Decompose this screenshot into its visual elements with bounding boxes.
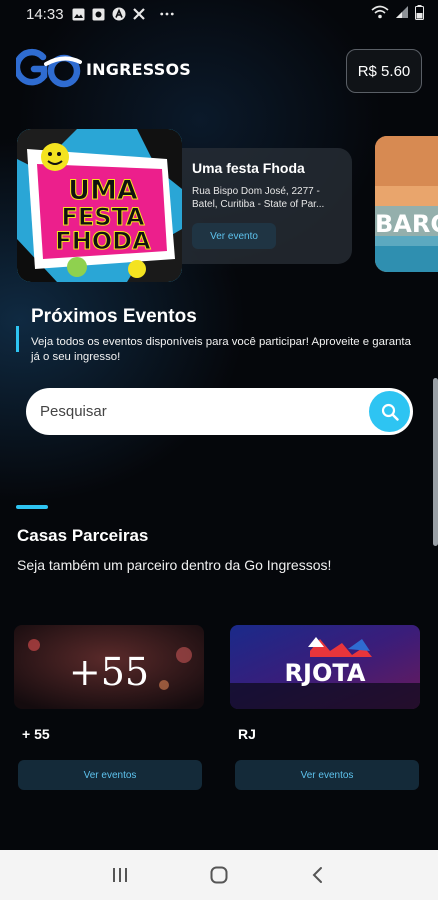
partner-thumbnail[interactable]: RJOTA: [230, 625, 420, 709]
partner-55-logo: +55: [14, 625, 204, 709]
home-icon: [210, 866, 228, 884]
brand-text: INGRESSOS: [86, 59, 191, 79]
partner-card-55[interactable]: +55 + 55 Ver eventos: [14, 625, 204, 790]
featured-event-address: Rua Bispo Dom José, 2277 - Batel, Curiti…: [192, 186, 325, 210]
wallet-balance-button[interactable]: R$ 5.60: [346, 49, 422, 93]
status-time: 14:33: [26, 5, 64, 23]
home-button[interactable]: [199, 855, 239, 895]
search-icon: [381, 403, 399, 421]
featured-event-title: Uma festa Fhoda: [192, 160, 305, 176]
partner-rjota-logo: RJOTA: [230, 625, 420, 709]
page-scrollbar[interactable]: [433, 378, 438, 546]
next-event-poster[interactable]: BARC: [375, 136, 438, 272]
partner-card-rj[interactable]: RJOTA RJ Ver eventos: [230, 625, 420, 790]
partner-name: RJ: [238, 726, 256, 742]
app-screen: 14:33 INGRESSOS R$ 5.60 UMA FESTA FHODA …: [0, 0, 438, 900]
upcoming-events-title: Próximos Eventos: [31, 306, 197, 327]
festa-poster-art: UMA FESTA FHODA: [17, 129, 182, 282]
partner-thumbnail[interactable]: +55: [14, 625, 204, 709]
wifi-icon: [371, 5, 389, 23]
back-icon: [312, 867, 323, 883]
partner-rjota-logo-text: RJOTA: [285, 659, 366, 687]
go-logo-mark: [16, 48, 82, 88]
upcoming-events-description: Veja todos os eventos disponíveis para v…: [31, 336, 411, 363]
system-icons: [371, 4, 424, 24]
poster-line-3: FHODA: [55, 227, 151, 255]
recent-apps-button[interactable]: [100, 855, 140, 895]
next-poster-text: BARC: [375, 210, 438, 238]
featured-event-card: Uma festa Fhoda Rua Bispo Dom José, 2277…: [182, 148, 352, 264]
tools-icon: [132, 7, 146, 21]
view-event-button[interactable]: Ver evento: [192, 223, 276, 249]
recent-apps-icon: [112, 868, 127, 882]
back-button[interactable]: [298, 855, 338, 895]
image-icon: [72, 7, 86, 21]
view-events-button[interactable]: Ver eventos: [235, 760, 419, 790]
partners-accent-line: [16, 505, 48, 509]
partners-subtitle: Seja também um parceiro dentro da Go Ing…: [17, 557, 332, 573]
a-icon: [112, 7, 126, 21]
signal-icon: [395, 5, 409, 23]
search-bar: [26, 388, 413, 435]
partner-55-logo-text: +55: [69, 650, 149, 694]
poster-line-1: UMA: [68, 175, 138, 206]
search-input[interactable]: [40, 403, 350, 420]
system-navigation-bar: [0, 850, 438, 900]
partner-name: + 55: [22, 726, 50, 742]
next-poster-art: BARC: [375, 136, 438, 272]
photo-icon: [92, 7, 106, 21]
search-button[interactable]: [369, 391, 410, 432]
view-events-button[interactable]: Ver eventos: [18, 760, 202, 790]
upcoming-events-section: Próximos Eventos Veja todos os eventos d…: [16, 306, 416, 365]
partners-title: Casas Parceiras: [17, 526, 149, 545]
status-bar: 14:33: [0, 0, 438, 28]
featured-event-poster[interactable]: UMA FESTA FHODA: [17, 129, 182, 282]
battery-icon: [415, 4, 424, 24]
section-accent-bar: [16, 326, 19, 352]
go-ingressos-logo[interactable]: INGRESSOS: [16, 48, 191, 90]
more-dots-icon: [159, 7, 174, 21]
notification-icons: [72, 7, 174, 21]
